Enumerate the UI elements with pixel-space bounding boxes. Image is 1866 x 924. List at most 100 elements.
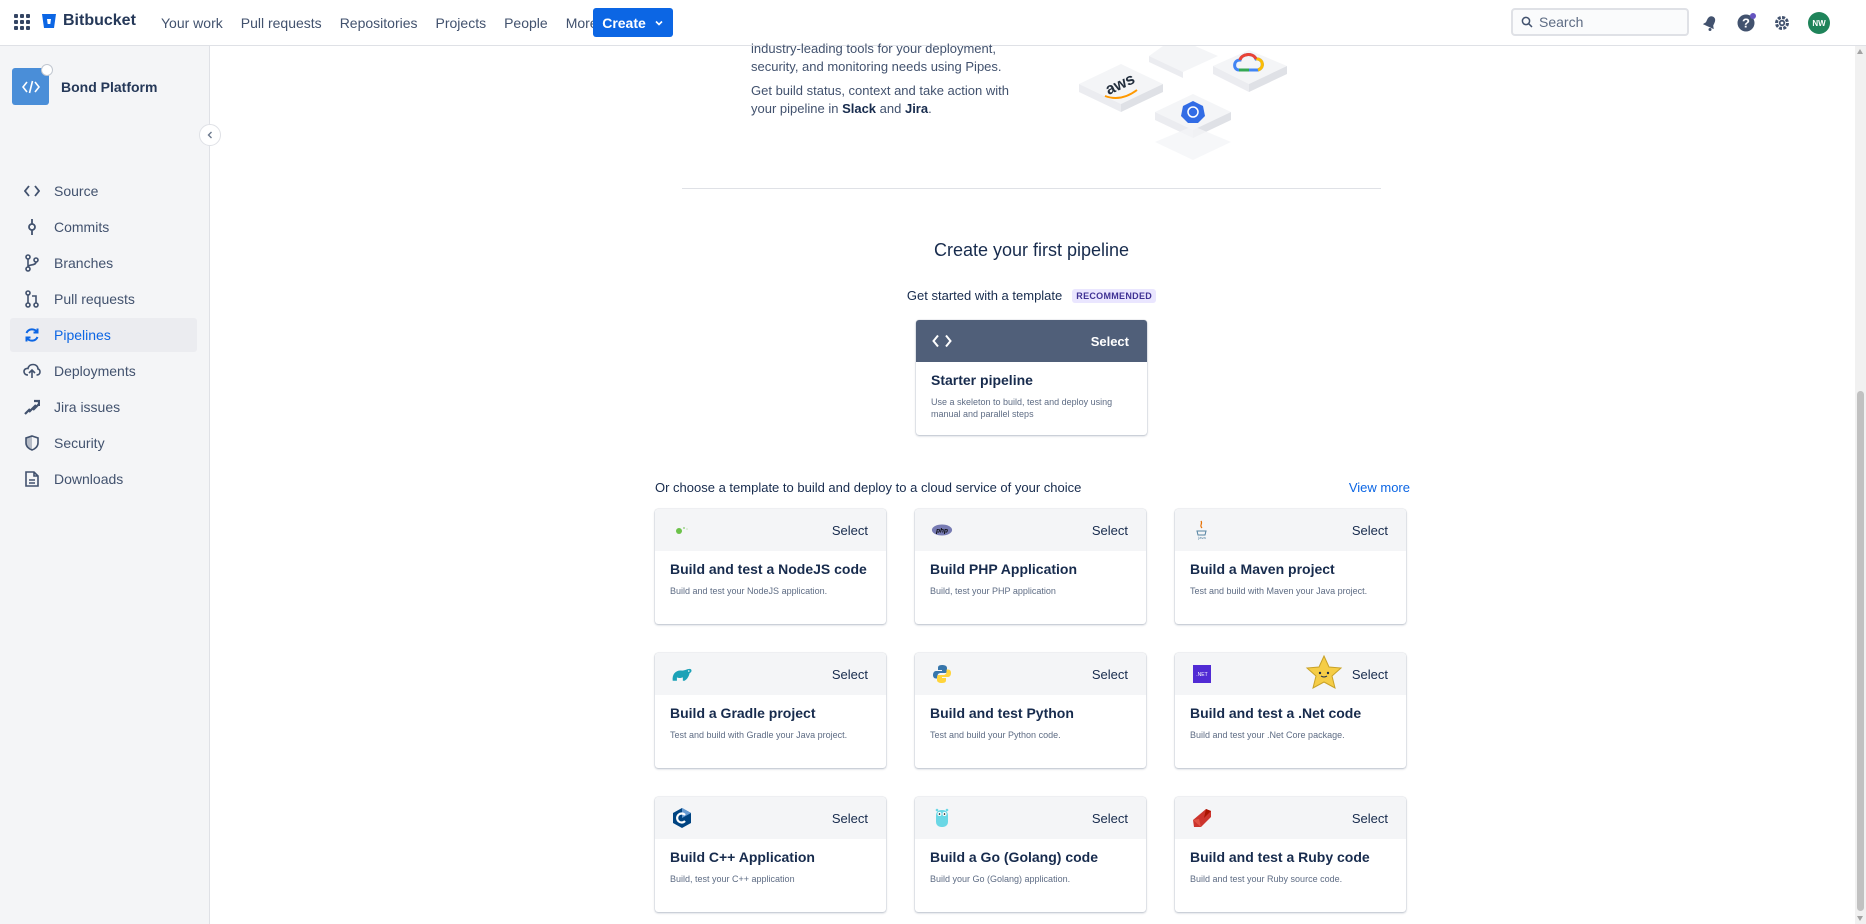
card-description: Build your Go (Golang) application. xyxy=(930,874,1071,884)
template-card-gradle[interactable]: Select Build a Gradle project Test and b… xyxy=(655,653,886,768)
svg-text:.NET: .NET xyxy=(1196,672,1207,678)
select-button[interactable]: Select xyxy=(1352,811,1388,826)
nav-repositories[interactable]: Repositories xyxy=(340,15,418,31)
select-button[interactable]: Select xyxy=(1092,667,1128,682)
jira-icon xyxy=(22,397,42,417)
template-card-maven[interactable]: java Select Build a Maven project Test a… xyxy=(1175,509,1406,624)
template-card-cpp[interactable]: Select Build C++ Application Build, test… xyxy=(655,797,886,912)
php-icon: php xyxy=(931,519,953,541)
sidebar-item-commits[interactable]: Commits xyxy=(10,210,197,244)
starter-pipeline-card[interactable]: Select Starter pipeline Use a skeleton t… xyxy=(916,320,1147,435)
cloud-template-caption: Or choose a template to build and deploy… xyxy=(655,480,1082,495)
card-title: Build a Gradle project xyxy=(670,705,816,721)
template-card-dotnet[interactable]: .NET Select Build and test a .Net code B… xyxy=(1175,653,1406,768)
intro-line-2: security, and monitoring needs using Pip… xyxy=(751,59,1002,74)
select-button[interactable]: Select xyxy=(1092,523,1128,538)
settings-icon[interactable] xyxy=(1771,12,1793,34)
select-button[interactable]: Select xyxy=(1352,667,1388,682)
nav-people[interactable]: People xyxy=(504,15,548,31)
template-card-body: Build a Go (Golang) code Build your Go (… xyxy=(915,839,1146,885)
sidebar-item-jira-issues[interactable]: Jira issues xyxy=(10,390,197,424)
card-description: Test and build with Maven your Java proj… xyxy=(1190,586,1368,596)
help-icon[interactable]: ? xyxy=(1735,12,1757,34)
select-button[interactable]: Select xyxy=(832,811,868,826)
card-description: Build, test your C++ application xyxy=(670,874,795,884)
template-card-nodejs[interactable]: Select Build and test a NodeJS code Buil… xyxy=(655,509,886,624)
page-title: Create your first pipeline xyxy=(933,240,1130,260)
recommended-badge: RECOMMENDED xyxy=(1072,288,1157,303)
search-input[interactable]: Search xyxy=(1511,8,1689,36)
template-card-ruby[interactable]: Select Build and test a Ruby code Build … xyxy=(1175,797,1406,912)
bitbucket-logo[interactable]: Bitbucket xyxy=(41,12,136,30)
sidebar-item-pipelines[interactable]: Pipelines xyxy=(10,318,197,352)
code-icon xyxy=(932,334,952,348)
card-title: Build PHP Application xyxy=(930,561,1078,577)
select-button[interactable]: Select xyxy=(1352,523,1388,538)
sidebar-item-label: Pipelines xyxy=(54,327,111,343)
downloads-icon xyxy=(22,469,42,489)
select-button[interactable]: Select xyxy=(1092,811,1128,826)
star-sticker-icon xyxy=(1305,655,1343,689)
sidebar-item-deployments[interactable]: Deployments xyxy=(10,354,197,388)
primary-nav: Your work Pull requests Repositories Pro… xyxy=(161,0,629,46)
select-button[interactable]: Select xyxy=(1091,334,1129,349)
nav-your-work[interactable]: Your work xyxy=(161,15,223,31)
intro-p2-mid: your pipeline in xyxy=(751,101,843,116)
app-switcher-icon[interactable] xyxy=(14,14,30,30)
template-card-body: Build PHP Application Build, test your P… xyxy=(915,551,1146,597)
card-description: Build and test your Ruby source code. xyxy=(1190,874,1343,884)
bitbucket-logo-icon xyxy=(42,14,56,28)
template-card-golang[interactable]: Select Build a Go (Golang) code Build yo… xyxy=(915,797,1146,912)
sidebar-nav: Source Commits Branches Pull requests Pi… xyxy=(10,174,197,498)
repo-header[interactable]: Bond Platform xyxy=(12,64,157,105)
sidebar-item-pull-requests[interactable]: Pull requests xyxy=(10,282,197,316)
page-scrollbar[interactable] xyxy=(1855,46,1866,924)
create-button[interactable]: Create xyxy=(593,8,673,37)
template-card-header: Select xyxy=(655,653,886,695)
intro-line-1: industry-leading tools for your deployme… xyxy=(751,41,996,56)
nav-projects[interactable]: Projects xyxy=(436,15,487,31)
select-button[interactable]: Select xyxy=(832,523,868,538)
notifications-icon[interactable] xyxy=(1699,12,1721,34)
search-placeholder: Search xyxy=(1539,14,1584,30)
starter-card-header: Select xyxy=(916,320,1147,362)
aws-tile: aws xyxy=(1079,64,1163,112)
scrollbar-thumb[interactable] xyxy=(1857,391,1864,911)
nodejs-icon xyxy=(671,519,693,541)
sidebar-item-source[interactable]: Source xyxy=(10,174,197,208)
java-icon: java xyxy=(1191,519,1213,541)
dotnet-icon: .NET xyxy=(1191,663,1213,685)
sidebar-item-label: Branches xyxy=(54,255,114,271)
template-card-body: Build a Maven project Test and build wit… xyxy=(1175,551,1406,597)
sidebar-item-security[interactable]: Security xyxy=(10,426,197,460)
template-card-php[interactable]: php Select Build PHP Application Build, … xyxy=(915,509,1146,624)
card-description: Test and build your Python code. xyxy=(930,730,1061,740)
intro-paragraph-1: industry-leading tools for your deployme… xyxy=(751,40,1021,76)
chevron-left-icon xyxy=(207,131,212,139)
avatar[interactable]: NW xyxy=(1808,12,1830,34)
pipelines-intro: industry-leading tools for your deployme… xyxy=(751,40,1021,124)
card-title: Build and test a Ruby code xyxy=(1190,849,1370,865)
card-title: Build and test a .Net code xyxy=(1190,705,1362,721)
template-card-body: Build and test a NodeJS code Build and t… xyxy=(655,551,886,597)
collapse-sidebar-button[interactable] xyxy=(199,124,221,146)
template-card-header: java Select xyxy=(1175,509,1406,551)
sidebar-item-label: Commits xyxy=(54,219,110,235)
google-cloud-tile xyxy=(1213,50,1287,92)
sidebar-item-downloads[interactable]: Downloads xyxy=(10,462,197,496)
commits-icon xyxy=(22,217,42,237)
select-button[interactable]: Select xyxy=(832,667,868,682)
sidebar-item-label: Source xyxy=(54,183,99,199)
scroll-up-arrow[interactable] xyxy=(1857,49,1863,54)
scroll-down-arrow[interactable] xyxy=(1857,916,1863,921)
lock-icon xyxy=(41,64,53,76)
view-more-link[interactable]: View more xyxy=(1349,480,1410,495)
pipelines-icon xyxy=(22,325,42,345)
nav-pull-requests[interactable]: Pull requests xyxy=(241,15,322,31)
sidebar-item-branches[interactable]: Branches xyxy=(10,246,197,280)
code-icon xyxy=(21,80,40,93)
template-card-python[interactable]: Select Build and test Python Test and bu… xyxy=(915,653,1146,768)
sidebar: Bond Platform Source Commits Branches Pu… xyxy=(0,46,221,924)
card-description: Build and test your .Net Core package. xyxy=(1190,730,1345,740)
card-description: Use a skeleton to build, test and deploy… xyxy=(931,397,1113,419)
